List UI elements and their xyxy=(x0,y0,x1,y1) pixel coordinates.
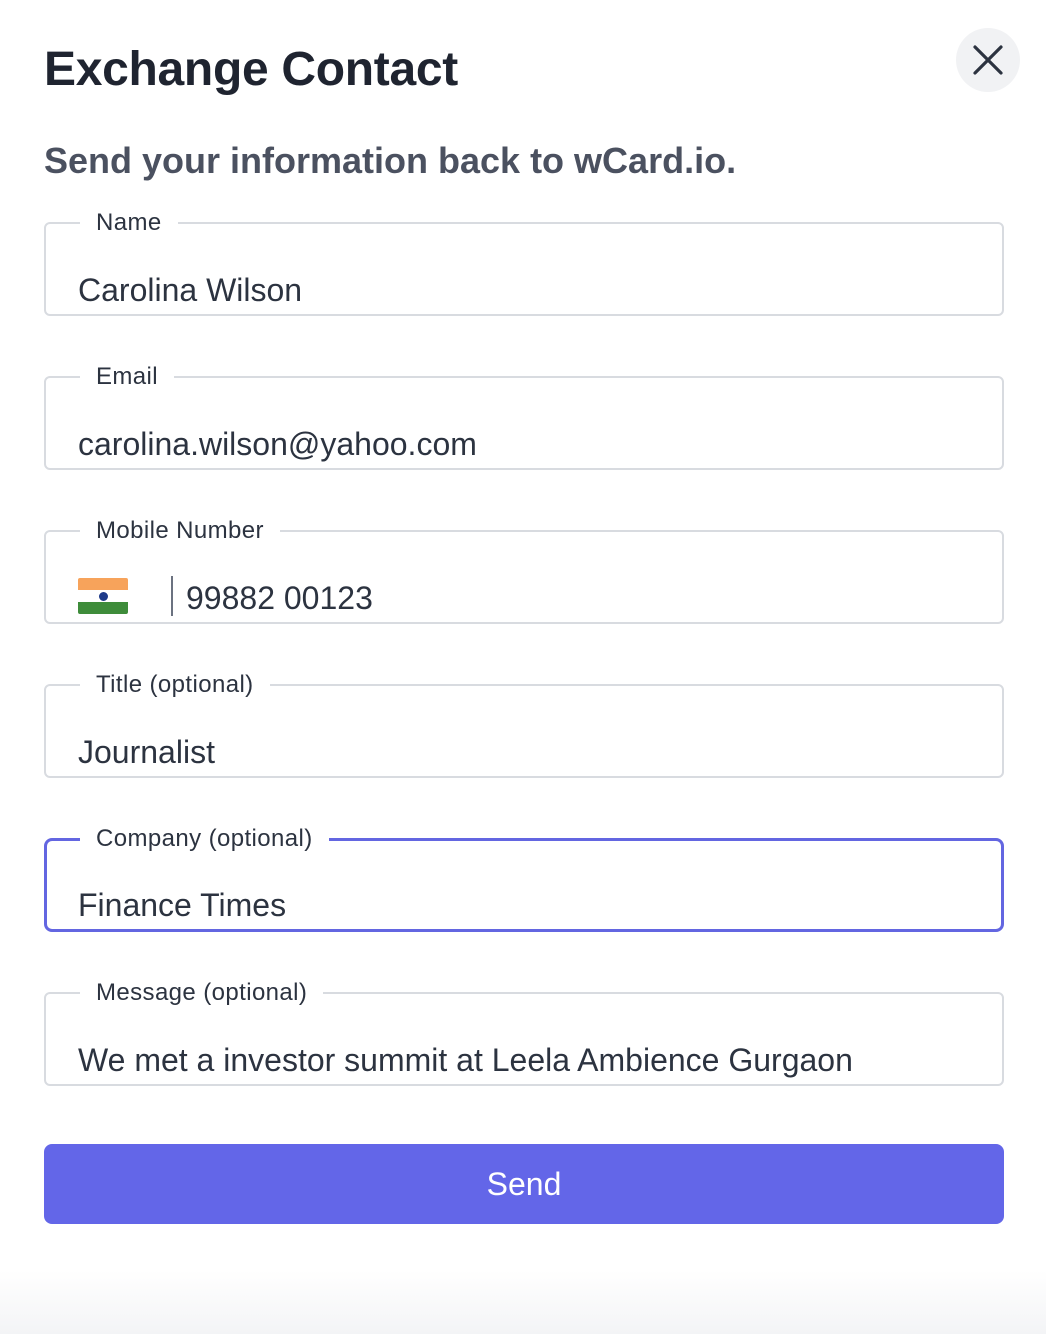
close-button[interactable] xyxy=(956,28,1020,92)
email-field[interactable]: Email carolina.wilson@yahoo.com xyxy=(44,364,1004,470)
message-field[interactable]: Message (optional) We met a investor sum… xyxy=(44,980,1004,1086)
name-field[interactable]: Name Carolina Wilson xyxy=(44,210,1004,316)
company-field[interactable]: Company (optional) Finance Times xyxy=(44,826,1004,932)
dialog-subtitle: Send your information back to wCard.io. xyxy=(44,140,737,181)
mobile-number-field[interactable]: Mobile Number 99882 00123 xyxy=(44,518,1004,624)
title-input[interactable]: Journalist xyxy=(78,732,215,772)
title-field[interactable]: Title (optional) Journalist xyxy=(44,672,1004,778)
dialog-title: Exchange Contact xyxy=(44,43,458,96)
email-input[interactable]: carolina.wilson@yahoo.com xyxy=(78,424,477,464)
company-label: Company (optional) xyxy=(96,825,313,852)
company-input[interactable]: Finance Times xyxy=(78,885,286,925)
message-label: Message (optional) xyxy=(96,979,308,1006)
close-icon xyxy=(973,45,1003,75)
india-flag-icon[interactable] xyxy=(78,578,128,614)
message-input[interactable]: We met a investor summit at Leela Ambien… xyxy=(78,1040,853,1080)
name-input[interactable]: Carolina Wilson xyxy=(78,270,302,310)
title-label: Title (optional) xyxy=(96,671,254,698)
exchange-contact-dialog: Exchange Contact Send your information b… xyxy=(0,0,1046,1334)
mobile-number-input[interactable]: 99882 00123 xyxy=(186,578,373,618)
email-label: Email xyxy=(96,363,159,390)
send-button[interactable]: Send xyxy=(44,1144,1004,1224)
phone-divider xyxy=(171,576,173,616)
mobile-number-label: Mobile Number xyxy=(96,517,264,544)
name-label: Name xyxy=(96,209,162,236)
